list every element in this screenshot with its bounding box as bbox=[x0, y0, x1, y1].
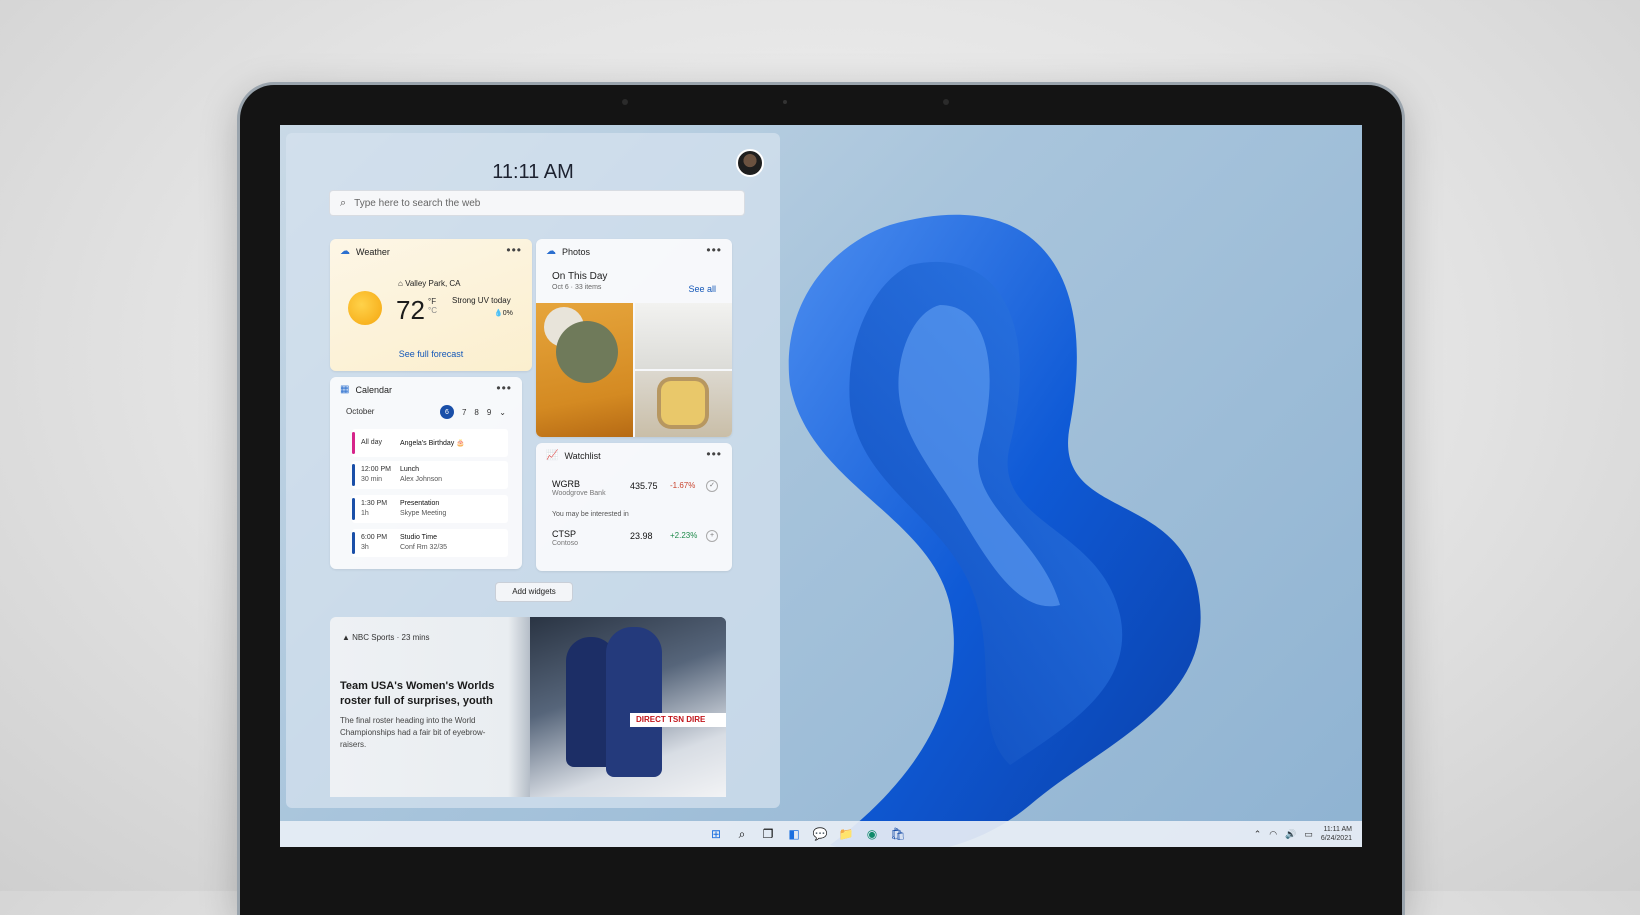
sun-icon bbox=[348, 291, 382, 325]
desktop-screen: 11:11 AM ⌕ Type here to search the web ☁… bbox=[280, 125, 1362, 847]
photo-thumbnail[interactable] bbox=[536, 303, 633, 437]
news-summary: The final roster heading into the World … bbox=[340, 716, 486, 749]
weather-more-button[interactable]: ••• bbox=[506, 243, 522, 257]
calendar-title: Calendar bbox=[355, 384, 392, 395]
calendar-widget[interactable]: ▦ Calendar ••• October 6 7 8 9 ⌄ All day… bbox=[330, 377, 522, 569]
system-tray: ⌃ ◠ 🔊 ▭ 11:11 AM 6/24/2021 bbox=[1254, 825, 1352, 843]
wifi-icon[interactable]: ◠ bbox=[1269, 829, 1277, 840]
stock-chart-icon: 📈 bbox=[546, 450, 559, 461]
sensor bbox=[943, 99, 949, 105]
file-explorer-icon[interactable]: 📁 bbox=[838, 826, 854, 842]
photos-widget[interactable]: ☁ Photos ••• On This Day Oct 6 · 33 item… bbox=[536, 239, 732, 437]
event-color-bar bbox=[352, 532, 355, 554]
event-color-bar bbox=[352, 498, 355, 520]
weather-uv: Strong UV today bbox=[452, 296, 511, 305]
search-placeholder: Type here to search the web bbox=[354, 197, 481, 209]
battery-icon[interactable]: ▭ bbox=[1304, 829, 1313, 840]
calendar-month: October bbox=[346, 407, 375, 416]
calendar-icon: ▦ bbox=[340, 384, 350, 395]
task-view-icon[interactable]: ❐ bbox=[760, 826, 776, 842]
on-this-day-subheading: Oct 6 · 33 items bbox=[552, 284, 602, 291]
stock-row[interactable]: WGRB Woodgrove Bank 435.75 -1.67% ✓ bbox=[552, 479, 718, 497]
calendar-event[interactable]: 1:30 PM 1h Presentation Skype Meeting bbox=[352, 495, 508, 523]
taskbar-clock[interactable]: 11:11 AM 6/24/2021 bbox=[1321, 825, 1352, 843]
chat-icon[interactable]: 💬 bbox=[812, 826, 828, 842]
chevron-up-icon[interactable]: ⌃ bbox=[1254, 829, 1262, 840]
user-avatar[interactable] bbox=[736, 149, 764, 177]
photo-thumbnail[interactable] bbox=[635, 371, 732, 437]
weather-location: ⌂ Valley Park, CA bbox=[398, 279, 461, 288]
see-full-forecast-link[interactable]: See full forecast bbox=[330, 349, 532, 359]
add-widgets-button[interactable]: Add widgets bbox=[496, 583, 572, 601]
calendar-event[interactable]: 12:00 PM 30 min Lunch Alex Johnson bbox=[352, 461, 508, 489]
weather-widget[interactable]: ☁ Weather ••• ⌂ Valley Park, CA 72 °F °C … bbox=[330, 239, 532, 371]
event-color-bar bbox=[352, 464, 355, 486]
weather-title: Weather bbox=[356, 246, 390, 257]
cake-icon: 🎂 bbox=[456, 440, 465, 447]
watchlist-title: Watchlist bbox=[564, 450, 601, 461]
calendar-event[interactable]: 6:00 PM 3h Studio Time Conf Rm 32/35 bbox=[352, 529, 508, 557]
add-icon[interactable]: + bbox=[706, 530, 718, 542]
taskbar-icons: ⊞ ⌕ ❐ ◧ 💬 📁 ◉ 🛍 bbox=[708, 826, 906, 842]
interest-text: You may be interested in bbox=[552, 511, 629, 518]
taskbar: ⊞ ⌕ ❐ ◧ 💬 📁 ◉ 🛍 ⌃ ◠ 🔊 ▭ 11:11 AM 6/24/20… bbox=[280, 821, 1362, 847]
volume-icon[interactable]: 🔊 bbox=[1285, 829, 1296, 840]
weather-cloud-icon: ☁ bbox=[340, 246, 350, 257]
raindrop-icon: 💧 bbox=[494, 310, 503, 317]
stock-row[interactable]: CTSP Contoso 23.98 +2.23% + bbox=[552, 529, 718, 547]
news-image-player bbox=[606, 627, 662, 777]
calendar-day[interactable]: 9 bbox=[487, 408, 491, 417]
calendar-more-button[interactable]: ••• bbox=[496, 381, 512, 395]
search-icon: ⌕ bbox=[340, 196, 347, 209]
start-windows-icon[interactable]: ⊞ bbox=[708, 826, 724, 842]
event-color-bar bbox=[352, 432, 355, 454]
calendar-day[interactable]: 7 bbox=[462, 408, 466, 417]
widgets-icon[interactable]: ◧ bbox=[786, 826, 802, 842]
watchlist-more-button[interactable]: ••• bbox=[706, 447, 722, 461]
home-icon: ⌂ bbox=[398, 279, 403, 288]
news-source: ▲ NBC Sports · 23 mins bbox=[342, 633, 430, 642]
news-card[interactable]: DIRECT TSN DIRE ▲ NBC Sports · 23 mins T… bbox=[330, 617, 726, 797]
news-image-sign: DIRECT TSN DIRE bbox=[630, 713, 726, 727]
onedrive-cloud-icon: ☁ bbox=[546, 246, 556, 257]
webcam bbox=[783, 100, 787, 104]
calendar-day-selected[interactable]: 6 bbox=[439, 405, 454, 419]
photos-more-button[interactable]: ••• bbox=[706, 243, 722, 257]
photo-thumbnail[interactable] bbox=[635, 303, 732, 369]
photos-title: Photos bbox=[562, 246, 591, 257]
weather-units[interactable]: °F °C bbox=[428, 297, 437, 315]
calendar-day[interactable]: 8 bbox=[474, 408, 478, 417]
weather-temperature: 72 bbox=[396, 295, 425, 325]
news-headline[interactable]: Team USA's Women's Worlds roster full of… bbox=[340, 679, 520, 709]
widgets-time: 11:11 AM bbox=[492, 161, 574, 183]
on-this-day-heading: On This Day bbox=[552, 271, 608, 282]
see-all-link[interactable]: See all bbox=[688, 284, 716, 294]
web-search-box[interactable]: ⌕ Type here to search the web bbox=[330, 191, 744, 215]
calendar-event[interactable]: All day Angela's Birthday 🎂 bbox=[352, 429, 508, 457]
check-icon[interactable]: ✓ bbox=[706, 480, 718, 492]
weather-precip: 💧0% bbox=[494, 310, 513, 317]
edge-browser-icon[interactable]: ◉ bbox=[864, 826, 880, 842]
watchlist-widget[interactable]: 📈 Watchlist ••• WGRB Woodgrove Bank 435.… bbox=[536, 443, 732, 571]
laptop-frame: 11:11 AM ⌕ Type here to search the web ☁… bbox=[240, 85, 1402, 915]
calendar-day-strip: 6 7 8 9 ⌄ bbox=[439, 405, 506, 419]
sensor bbox=[622, 99, 628, 105]
search-icon[interactable]: ⌕ bbox=[734, 826, 750, 842]
nbc-logo-icon: ▲ bbox=[342, 633, 350, 642]
chevron-down-icon[interactable]: ⌄ bbox=[499, 408, 506, 417]
store-icon[interactable]: 🛍 bbox=[890, 826, 906, 842]
widgets-panel: 11:11 AM ⌕ Type here to search the web ☁… bbox=[286, 133, 780, 808]
windows-bloom-wallpaper bbox=[788, 214, 1201, 847]
